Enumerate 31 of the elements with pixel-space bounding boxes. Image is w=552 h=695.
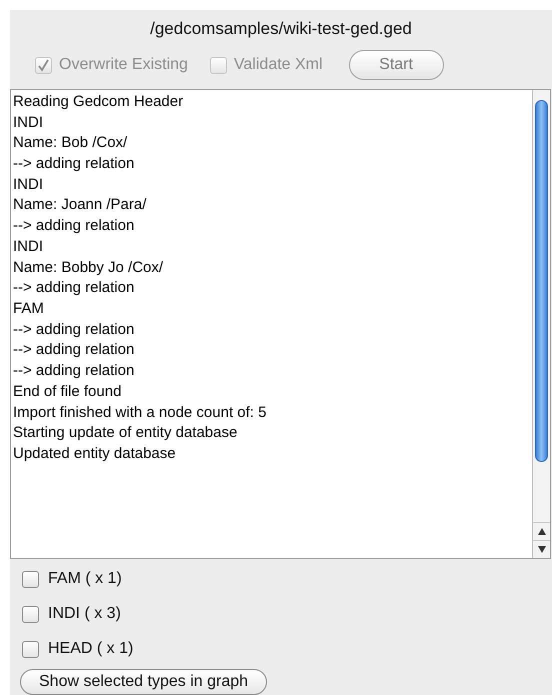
log-line: Import finished with a node count of: 5 bbox=[13, 402, 266, 423]
log-line: --> adding relation bbox=[13, 320, 134, 340]
show-in-graph-button[interactable]: Show selected types in graph bbox=[20, 669, 268, 695]
log-line: Reading Gedcom Header bbox=[13, 92, 184, 112]
log-line: --> adding relation bbox=[13, 361, 134, 382]
log-line: Name: Bobby Jo /Cox/ bbox=[13, 258, 164, 278]
option-label: Overwrite Existing bbox=[59, 55, 188, 76]
checkbox[interactable] bbox=[22, 606, 39, 622]
log-line: --> adding relation bbox=[13, 340, 134, 360]
checkbox[interactable] bbox=[22, 570, 39, 588]
checkmark-icon bbox=[37, 58, 50, 72]
type-label: FAM ( x 1) bbox=[48, 569, 122, 589]
log-line: Starting update of entity database bbox=[13, 423, 238, 444]
log-line: Updated entity database bbox=[13, 444, 176, 464]
checkbox[interactable] bbox=[22, 640, 39, 658]
log-line: INDI bbox=[13, 112, 43, 133]
log-line: --> adding relation bbox=[13, 154, 134, 174]
file-path-title: /gedcomsamples/wiki-test-ged.ged bbox=[149, 18, 413, 40]
log-line: End of file found bbox=[13, 382, 122, 402]
log-line: Name: Joann /Para/ bbox=[13, 195, 146, 216]
scroll-thumb[interactable] bbox=[535, 100, 548, 462]
log-line: --> adding relation bbox=[13, 216, 134, 236]
log-line: INDI bbox=[13, 236, 43, 257]
log-line: INDI bbox=[13, 174, 43, 195]
log-line: Name: Bob /Cox/ bbox=[13, 133, 128, 154]
scrollbar[interactable] bbox=[532, 90, 550, 558]
type-label: INDI ( x 3) bbox=[48, 604, 121, 624]
type-label: HEAD ( x 1) bbox=[48, 639, 134, 659]
option-label: Validate Xml bbox=[234, 55, 323, 76]
log-line: FAM bbox=[13, 299, 44, 319]
log-line: --> adding relation bbox=[13, 278, 134, 298]
